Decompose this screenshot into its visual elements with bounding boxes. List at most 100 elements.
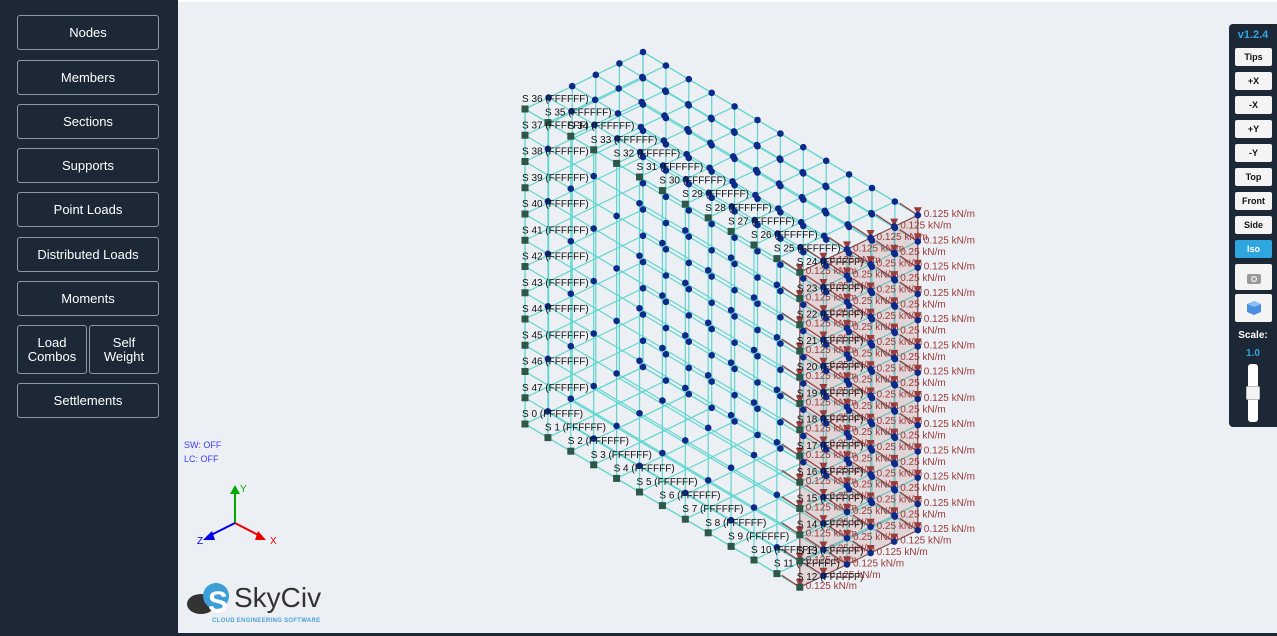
node[interactable] — [704, 424, 712, 432]
node[interactable] — [775, 205, 782, 212]
node[interactable] — [773, 281, 781, 289]
node[interactable] — [754, 116, 761, 124]
node[interactable] — [637, 123, 645, 131]
support[interactable] — [613, 474, 621, 482]
node[interactable] — [727, 359, 735, 366]
node[interactable] — [890, 380, 898, 388]
node[interactable] — [799, 168, 806, 176]
node[interactable] — [727, 411, 735, 419]
support[interactable] — [521, 368, 529, 375]
node[interactable] — [613, 212, 620, 220]
node[interactable] — [914, 290, 922, 298]
node[interactable] — [659, 344, 666, 352]
node[interactable] — [639, 206, 647, 213]
node[interactable] — [798, 193, 806, 201]
node[interactable] — [567, 185, 575, 192]
node[interactable] — [777, 445, 784, 452]
node[interactable] — [914, 421, 922, 429]
node[interactable] — [914, 395, 922, 403]
node[interactable] — [731, 103, 738, 110]
node[interactable] — [662, 62, 670, 69]
node[interactable] — [662, 272, 670, 279]
node[interactable] — [800, 458, 807, 466]
sidebar-point-loads-button[interactable]: Point Loads — [17, 192, 159, 227]
support[interactable] — [521, 394, 529, 402]
node[interactable] — [727, 464, 735, 471]
support[interactable] — [796, 268, 804, 276]
node[interactable] — [685, 233, 693, 240]
node[interactable] — [662, 377, 670, 384]
node[interactable] — [754, 431, 761, 439]
node[interactable] — [685, 259, 693, 267]
node[interactable] — [773, 334, 781, 341]
node[interactable] — [567, 342, 575, 350]
node[interactable] — [890, 354, 898, 362]
node[interactable] — [867, 287, 874, 294]
support[interactable] — [796, 478, 804, 486]
support[interactable] — [773, 570, 781, 578]
node[interactable] — [729, 153, 737, 160]
node[interactable] — [590, 277, 597, 285]
node[interactable] — [822, 157, 830, 165]
support[interactable] — [681, 515, 689, 523]
node[interactable] — [777, 287, 784, 295]
node[interactable] — [639, 337, 647, 345]
view-side-button[interactable]: Side — [1235, 216, 1272, 234]
sidebar-nodes-button[interactable]: Nodes — [17, 15, 159, 50]
node[interactable] — [754, 326, 761, 334]
node[interactable] — [843, 403, 851, 411]
node[interactable] — [704, 267, 712, 274]
node[interactable] — [731, 365, 738, 373]
node[interactable] — [592, 71, 600, 79]
node[interactable] — [639, 232, 647, 240]
node[interactable] — [914, 526, 922, 534]
node[interactable] — [639, 73, 646, 81]
node[interactable] — [682, 227, 689, 234]
support[interactable] — [796, 399, 804, 407]
node[interactable] — [867, 392, 874, 399]
node[interactable] — [868, 209, 875, 217]
node[interactable] — [685, 390, 693, 398]
node[interactable] — [731, 339, 738, 346]
support[interactable] — [796, 373, 804, 381]
self-weight-button[interactable]: Self Weight — [89, 325, 159, 374]
node[interactable] — [773, 439, 781, 446]
node[interactable] — [867, 234, 874, 242]
node[interactable] — [662, 246, 670, 253]
node[interactable] — [659, 449, 666, 457]
node[interactable] — [660, 137, 668, 144]
node[interactable] — [777, 419, 784, 426]
support[interactable] — [521, 184, 529, 192]
node[interactable] — [685, 285, 693, 293]
settlements-button[interactable]: Settlements — [17, 383, 159, 418]
support[interactable] — [521, 131, 529, 139]
view-iso-button[interactable]: Iso — [1235, 240, 1272, 258]
node[interactable] — [867, 339, 874, 347]
3d-view-button[interactable] — [1235, 294, 1272, 322]
support[interactable] — [796, 452, 804, 460]
node[interactable] — [729, 178, 736, 185]
node[interactable] — [777, 340, 784, 347]
node[interactable] — [914, 343, 922, 350]
node[interactable] — [613, 317, 620, 325]
support[interactable] — [727, 542, 735, 550]
node[interactable] — [800, 432, 807, 440]
node[interactable] — [890, 459, 898, 467]
node[interactable] — [867, 470, 874, 478]
node[interactable] — [800, 301, 807, 309]
view-plusminus-x-button[interactable]: +X — [1235, 72, 1272, 90]
node[interactable] — [731, 286, 738, 294]
view-front-button[interactable]: Front — [1235, 192, 1272, 210]
node[interactable] — [890, 433, 898, 440]
support[interactable] — [590, 146, 598, 154]
node[interactable] — [754, 274, 761, 281]
node[interactable] — [777, 130, 784, 137]
node[interactable] — [662, 298, 670, 306]
node[interactable] — [616, 60, 623, 67]
node[interactable] — [591, 96, 599, 104]
support[interactable] — [521, 315, 529, 323]
support[interactable] — [521, 236, 529, 244]
support[interactable] — [521, 210, 529, 218]
node[interactable] — [821, 207, 829, 215]
node[interactable] — [914, 211, 922, 219]
